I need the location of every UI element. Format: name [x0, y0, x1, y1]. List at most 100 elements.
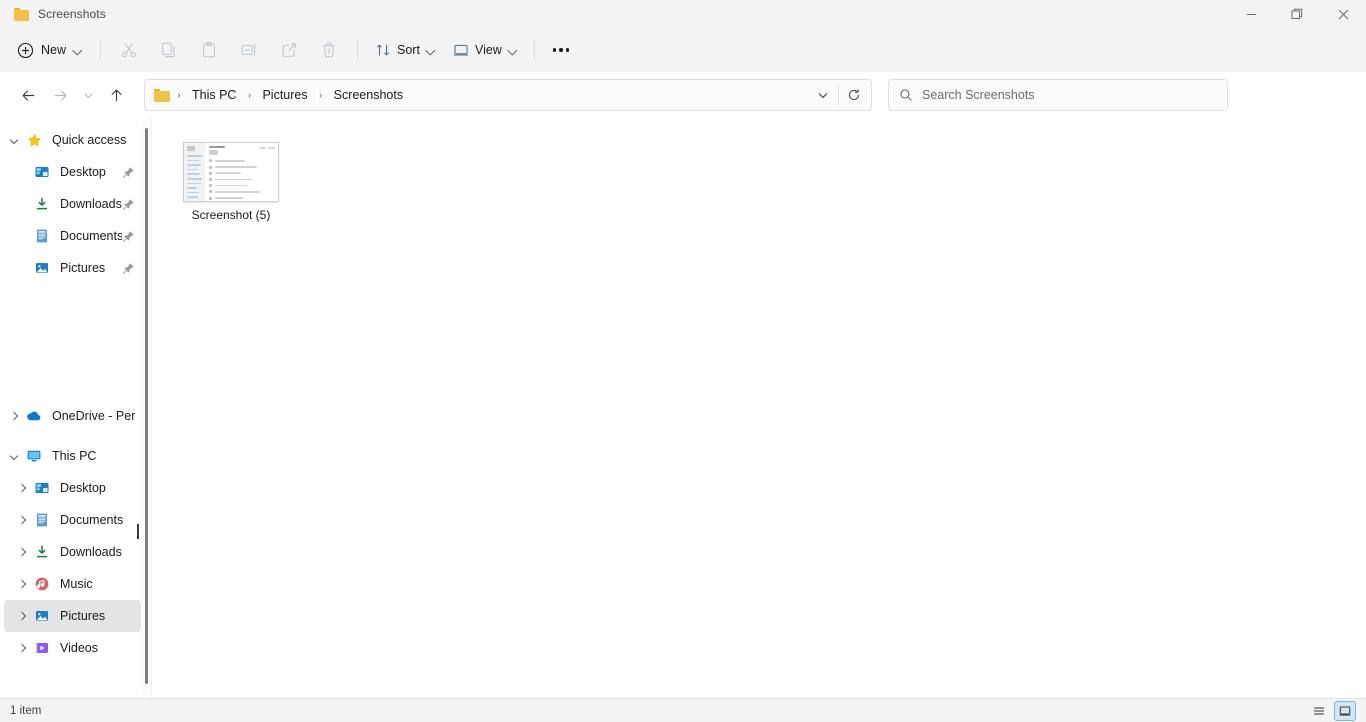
new-button[interactable]: New	[10, 34, 92, 66]
chevron-down-icon[interactable]	[4, 440, 24, 472]
sidebar-item-documents-pc[interactable]: Documents	[4, 504, 141, 536]
content-area: Quick access Desktop Downloads Documents…	[0, 118, 1366, 698]
breadcrumb-pictures[interactable]: Pictures	[256, 85, 313, 105]
sidebar-label: Pictures	[60, 609, 106, 623]
sidebar-item-videos-pc[interactable]: Videos	[4, 632, 141, 664]
chevron-right-icon[interactable]	[12, 472, 32, 504]
title-bar: Screenshots	[0, 0, 1366, 28]
sidebar-label: Pictures	[60, 261, 106, 275]
sidebar-item-documents-quick[interactable]: Documents	[4, 220, 141, 252]
back-button[interactable]	[12, 79, 44, 111]
sidebar-item-desktop-pc[interactable]: Desktop	[4, 472, 141, 504]
chevron-right-icon[interactable]	[4, 400, 24, 432]
large-icons-view-button[interactable]	[1334, 700, 1356, 721]
thumbnail-sidebar	[184, 143, 205, 201]
sidebar-label: Desktop	[60, 165, 106, 179]
address-divider	[838, 85, 839, 105]
forward-button[interactable]	[44, 79, 76, 111]
documents-icon	[32, 228, 52, 244]
desktop-icon	[32, 164, 52, 180]
breadcrumb-this-pc[interactable]: This PC	[186, 85, 242, 105]
thumbnail-content	[205, 143, 278, 201]
sidebar-item-onedrive[interactable]: OneDrive - Perso	[4, 400, 141, 432]
sidebar-item-this-pc[interactable]: This PC	[4, 440, 141, 472]
pin-icon[interactable]	[122, 166, 135, 179]
view-toggle-group	[1308, 700, 1356, 721]
pin-icon[interactable]	[122, 230, 135, 243]
sort-button[interactable]: Sort	[366, 34, 444, 66]
videos-icon	[32, 640, 52, 656]
copy-button[interactable]	[149, 34, 189, 66]
pin-icon[interactable]	[122, 262, 135, 275]
chevron-down-icon	[73, 46, 82, 55]
cut-button[interactable]	[109, 34, 149, 66]
sort-icon	[375, 42, 391, 58]
recent-locations-button[interactable]	[76, 79, 100, 111]
file-explorer-window: Screenshots New Sort View › This PC › Pi…	[0, 0, 1366, 722]
sidebar-item-desktop-quick[interactable]: Desktop	[4, 156, 141, 188]
search-icon	[899, 88, 913, 102]
sidebar-label: This PC	[52, 449, 97, 463]
sidebar-item-pictures-pc[interactable]: Pictures	[4, 600, 141, 632]
file-item[interactable]: Screenshot (5)	[176, 136, 286, 227]
sidebar-scrollbar-thumb[interactable]	[145, 128, 148, 684]
status-bar: 1 item	[0, 698, 1366, 722]
pin-icon[interactable]	[122, 198, 135, 211]
breadcrumb-folder-icon	[154, 88, 170, 102]
search-input[interactable]	[922, 88, 1217, 102]
delete-button[interactable]	[309, 34, 349, 66]
monitor-icon	[24, 448, 44, 464]
chevron-down-icon	[426, 46, 435, 55]
ellipsis-dot	[552, 48, 557, 52]
rename-button[interactable]	[229, 34, 269, 66]
chevron-right-icon[interactable]	[12, 536, 32, 568]
sort-label: Sort	[397, 43, 420, 57]
breadcrumb-separator: ›	[177, 90, 181, 100]
chevron-right-icon[interactable]	[12, 568, 32, 600]
sidebar-label: Desktop	[60, 481, 106, 495]
share-button[interactable]	[269, 34, 309, 66]
paste-button[interactable]	[189, 34, 229, 66]
cloud-icon	[24, 408, 44, 424]
sidebar-label: Documents	[60, 513, 124, 527]
file-list-view[interactable]: Screenshot (5)	[152, 118, 1366, 698]
breadcrumb-separator[interactable]: ›	[242, 90, 256, 100]
close-button[interactable]	[1320, 0, 1366, 28]
refresh-button[interactable]	[841, 82, 867, 108]
address-row: › This PC › Pictures › Screenshots	[0, 72, 1366, 118]
pictures-icon	[32, 608, 52, 624]
plus-icon	[17, 42, 34, 59]
downloads-icon	[32, 544, 52, 560]
window-title: Screenshots	[38, 7, 106, 21]
navigation-pane: Quick access Desktop Downloads Documents…	[0, 118, 152, 698]
sidebar-item-music-pc[interactable]: Music	[4, 568, 141, 600]
view-button[interactable]: View	[444, 34, 526, 66]
sidebar-scrollbar[interactable]	[141, 122, 151, 694]
up-button[interactable]	[100, 79, 132, 111]
chevron-right-icon[interactable]	[12, 504, 32, 536]
sidebar-item-quick-access[interactable]: Quick access	[4, 124, 141, 156]
sidebar-item-downloads-quick[interactable]: Downloads	[4, 188, 141, 220]
maximize-restore-button[interactable]	[1274, 0, 1320, 28]
chevron-down-icon[interactable]	[4, 124, 24, 156]
chevron-right-icon[interactable]	[12, 632, 32, 664]
breadcrumb-screenshots[interactable]: Screenshots	[328, 85, 409, 105]
search-box[interactable]	[888, 79, 1228, 111]
pictures-icon	[32, 260, 52, 276]
file-thumbnail	[183, 142, 279, 202]
sidebar-label: Quick access	[52, 133, 127, 147]
see-more-button[interactable]	[543, 34, 579, 66]
sidebar-item-pictures-quick[interactable]: Pictures	[4, 252, 141, 284]
chevron-right-icon[interactable]	[12, 600, 32, 632]
sidebar-label: Videos	[60, 641, 98, 655]
minimize-button[interactable]	[1228, 0, 1274, 28]
breadcrumb-separator[interactable]: ›	[314, 90, 328, 100]
window-controls	[1228, 0, 1366, 28]
sidebar-item-downloads-pc[interactable]: Downloads	[4, 536, 141, 568]
file-name-label: Screenshot (5)	[191, 208, 271, 222]
address-bar[interactable]: › This PC › Pictures › Screenshots	[144, 79, 872, 111]
details-view-button[interactable]	[1308, 701, 1330, 721]
previous-locations-button[interactable]	[810, 82, 836, 108]
chevron-down-icon	[508, 46, 517, 55]
sidebar-label: Music	[60, 577, 93, 591]
